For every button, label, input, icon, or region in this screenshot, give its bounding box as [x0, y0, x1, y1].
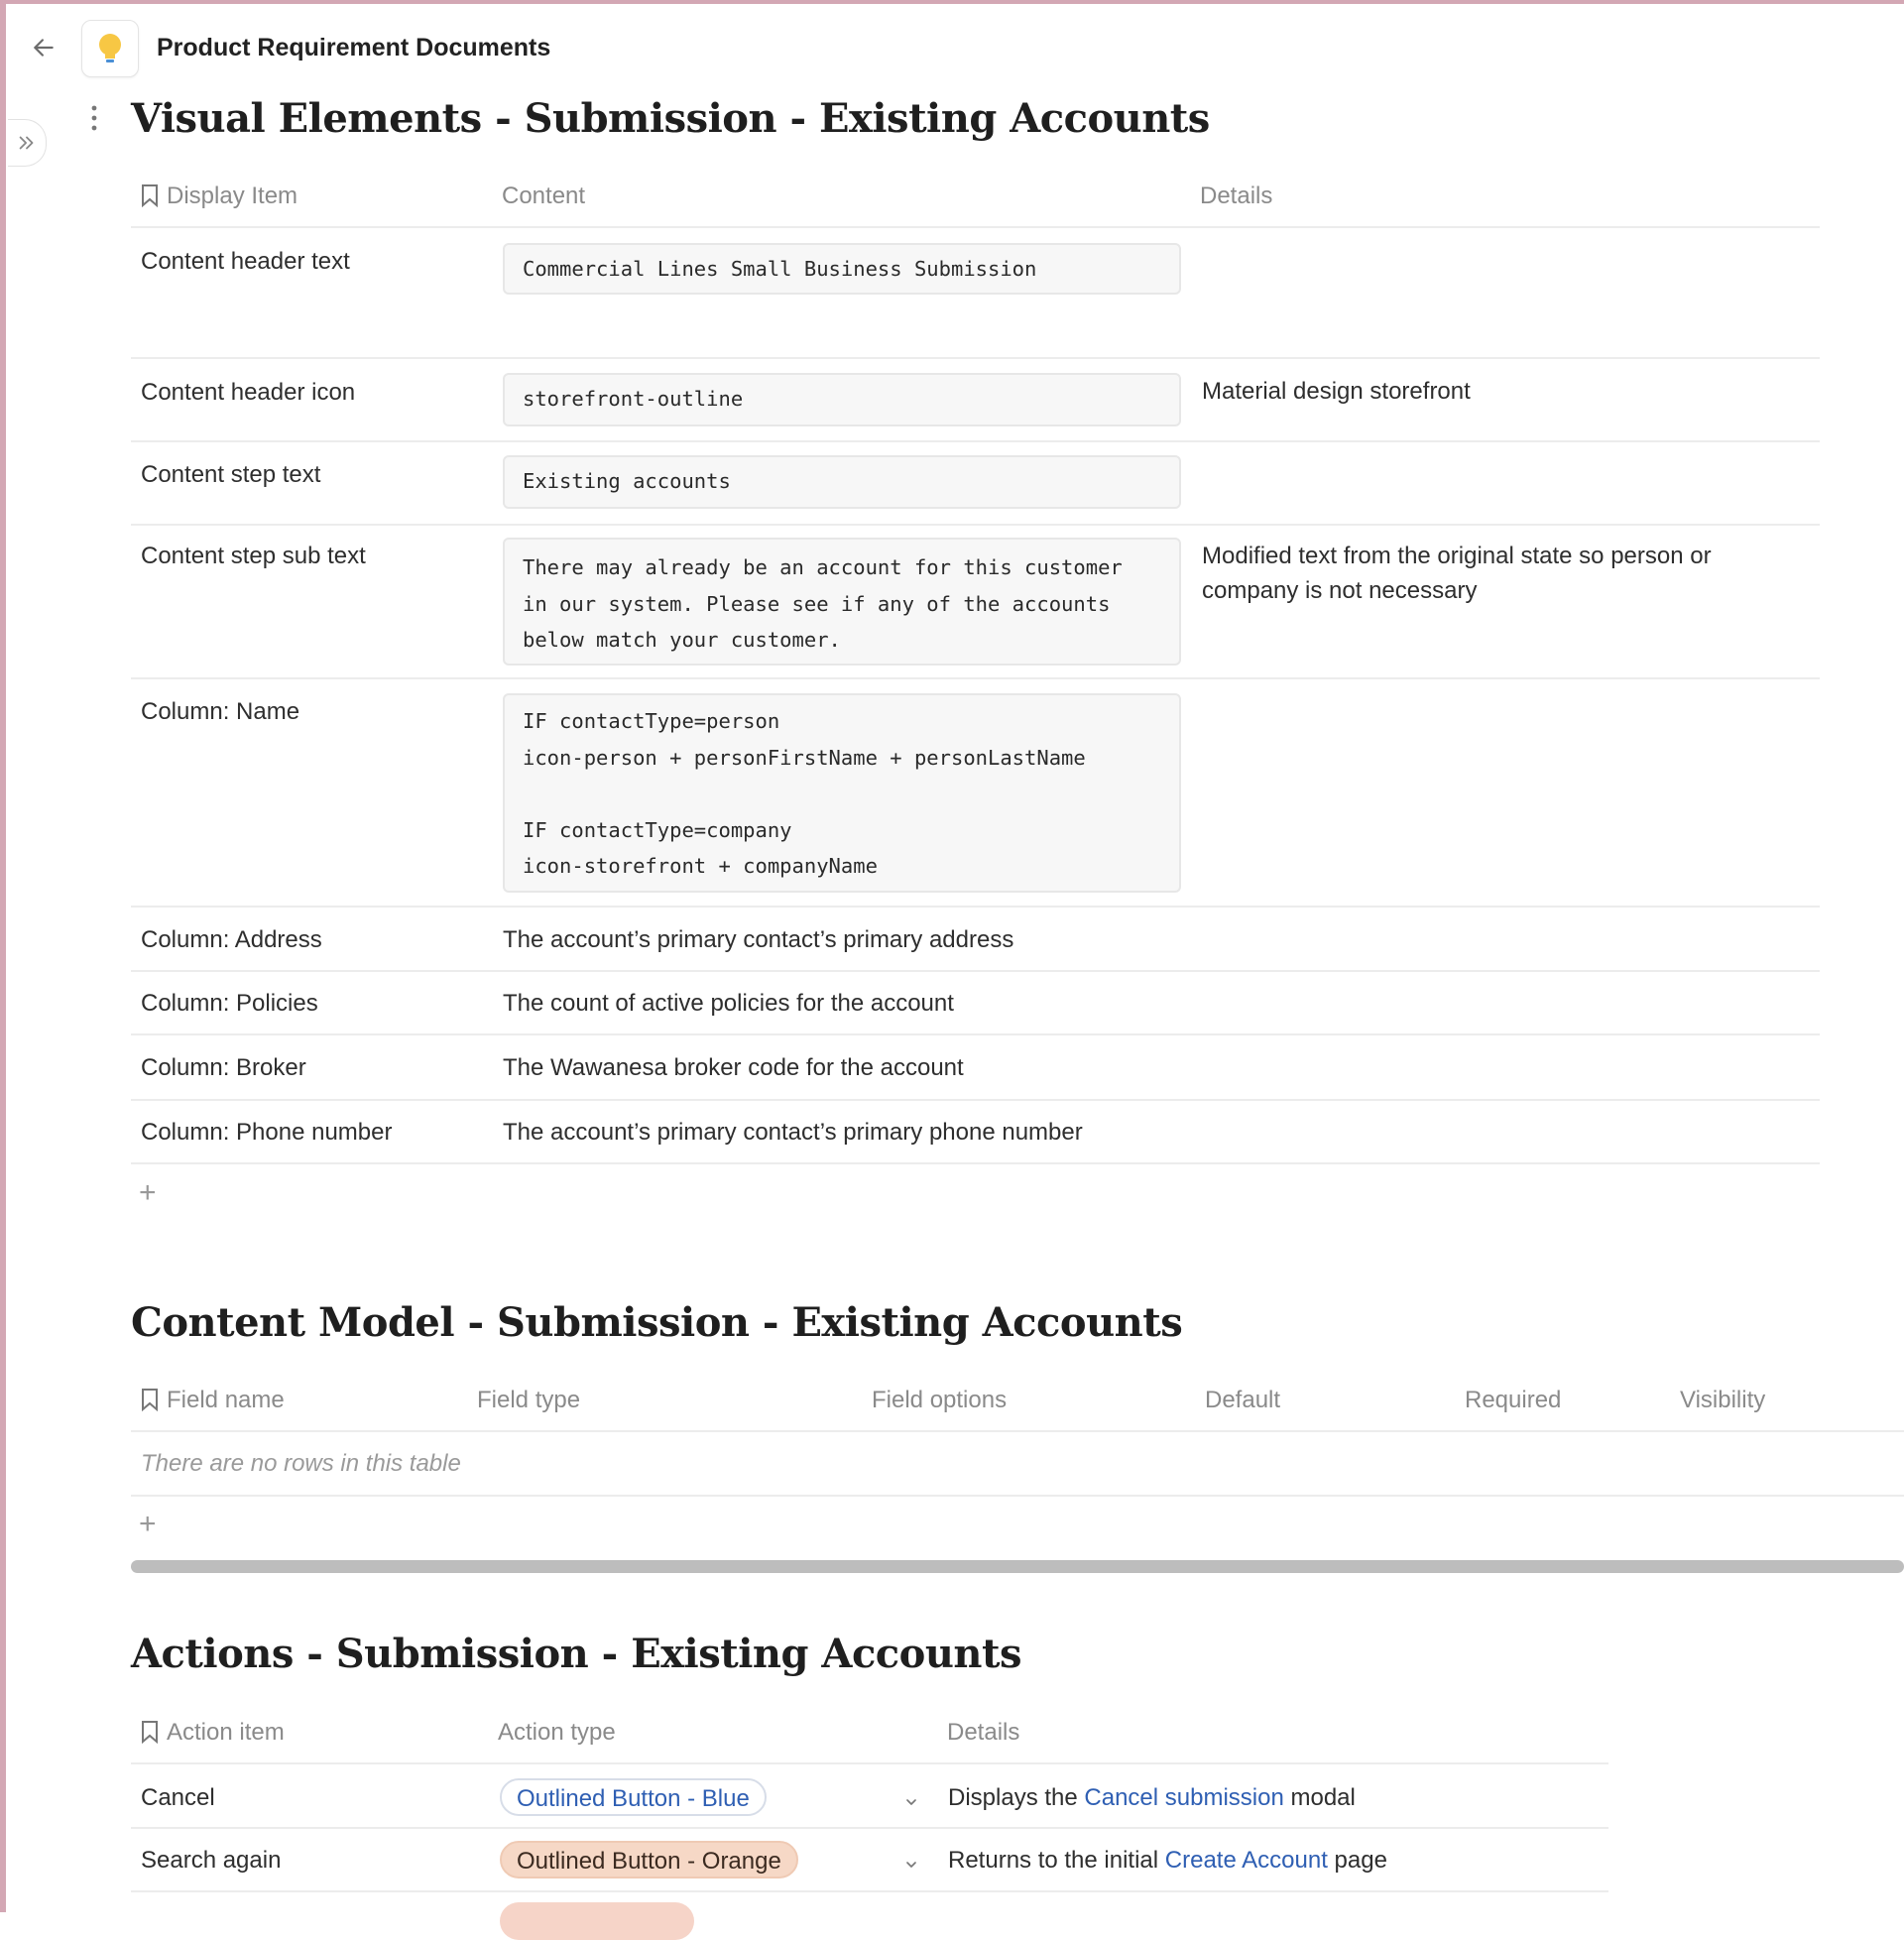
table-cell-item[interactable]: Content step text [141, 461, 320, 489]
table-cell-item[interactable]: Column: Phone number [141, 1119, 392, 1147]
table-divider [131, 226, 1820, 228]
table-cell-details: Displays the Cancel submission modal [948, 1784, 1356, 1812]
details-text: Displays the [948, 1784, 1085, 1811]
content-code-block[interactable]: Existing accounts [503, 455, 1181, 509]
double-chevron-right-icon [19, 136, 34, 150]
column-header-field-name[interactable]: Field name [141, 1387, 285, 1414]
table-cell-item[interactable]: Content header icon [141, 379, 355, 407]
page-icon[interactable] [81, 20, 139, 77]
kebab-icon [91, 105, 97, 131]
table-divider [131, 1099, 1820, 1101]
back-button[interactable] [28, 32, 60, 63]
doc-title[interactable]: Product Requirement Documents [157, 34, 550, 62]
horizontal-scrollbar[interactable] [131, 1560, 1904, 1573]
table-divider [131, 970, 1820, 972]
actions-title: Actions - Submission - Existing Accounts [131, 1631, 1022, 1677]
top-bar: Product Requirement Documents [0, 0, 1904, 95]
add-row-button[interactable]: + [139, 1178, 157, 1208]
details-text: page [1327, 1847, 1387, 1874]
content-code-block[interactable]: There may already be an account for this… [503, 538, 1181, 666]
action-type-tag-partial[interactable] [500, 1902, 694, 1940]
action-type-tag[interactable]: Outlined Button - Orange [500, 1841, 798, 1879]
table-divider [131, 1890, 1608, 1892]
details-text: Returns to the initial [948, 1847, 1165, 1874]
table-cell-details[interactable]: Material design storefront [1202, 374, 1797, 409]
lightbulb-icon [99, 34, 121, 62]
add-row-button[interactable]: + [139, 1510, 157, 1539]
table-cell-details[interactable]: Modified text from the original state so… [1202, 539, 1797, 608]
table-cell-item[interactable]: Column: Broker [141, 1054, 306, 1082]
content-model-title: Content Model - Submission - Existing Ac… [131, 1299, 1183, 1346]
back-arrow-icon [34, 39, 54, 57]
table-divider [131, 357, 1820, 359]
expand-sidebar-button[interactable] [8, 119, 47, 167]
table-cell-item[interactable]: Search again [141, 1847, 281, 1875]
table-cell-content[interactable]: The account’s primary contact’s primary … [503, 926, 1013, 954]
column-header-visibility[interactable]: Visibility [1680, 1387, 1765, 1414]
column-header-details[interactable]: Details [947, 1719, 1019, 1747]
column-header-label: Display Item [167, 182, 298, 209]
table-cell-item[interactable]: Column: Policies [141, 990, 318, 1018]
content-code-block[interactable]: Commercial Lines Small Business Submissi… [503, 243, 1181, 295]
table-divider [131, 1430, 1904, 1432]
window-frame-left [0, 0, 6, 1912]
create-account-link[interactable]: Create Account [1165, 1847, 1328, 1874]
table-divider [131, 1033, 1820, 1035]
column-header-display-item[interactable]: Display Item [141, 182, 298, 210]
table-cell-item[interactable]: Column: Address [141, 926, 322, 954]
action-type-dropdown[interactable] [900, 1854, 922, 1876]
column-header-field-type[interactable]: Field type [477, 1387, 580, 1414]
table-divider [131, 677, 1820, 679]
table-divider [131, 1162, 1820, 1164]
table-cell-item[interactable]: Content header text [141, 248, 350, 276]
table-divider [131, 1827, 1608, 1829]
column-header-action-type[interactable]: Action type [498, 1719, 616, 1747]
table-cell-item[interactable]: Content step sub text [141, 543, 366, 570]
column-header-field-options[interactable]: Field options [872, 1387, 1007, 1414]
table-cell-details: Returns to the initial Create Account pa… [948, 1847, 1387, 1875]
table-divider [131, 906, 1820, 908]
column-header-required[interactable]: Required [1465, 1387, 1561, 1414]
table-divider [131, 1762, 1608, 1764]
visual-elements-title: Visual Elements - Submission - Existing … [131, 95, 1210, 142]
column-header-label: Action item [167, 1719, 285, 1746]
column-header-content[interactable]: Content [502, 182, 585, 210]
column-header-label: Field name [167, 1387, 285, 1413]
content-code-block[interactable]: storefront-outline [503, 373, 1181, 426]
bookmark-icon [142, 184, 158, 207]
cancel-submission-link[interactable]: Cancel submission [1084, 1784, 1283, 1811]
table-cell-item[interactable]: Cancel [141, 1784, 215, 1812]
column-header-action-item[interactable]: Action item [141, 1719, 285, 1747]
column-header-default[interactable]: Default [1205, 1387, 1280, 1414]
table-divider [131, 1495, 1904, 1497]
column-header-details[interactable]: Details [1200, 182, 1272, 210]
table-divider [131, 440, 1820, 442]
empty-table-message: There are no rows in this table [141, 1450, 461, 1477]
table-cell-content[interactable]: The account’s primary contact’s primary … [503, 1119, 1083, 1147]
bookmark-icon [142, 1721, 158, 1744]
chevron-down-icon [906, 1862, 916, 1868]
table-cell-item[interactable]: Column: Name [141, 698, 299, 726]
content-code-block[interactable]: IF contactType=person icon-person + pers… [503, 693, 1181, 893]
table-divider [131, 524, 1820, 526]
chevron-down-icon [906, 1799, 916, 1805]
bookmark-icon [142, 1389, 158, 1411]
details-text: modal [1283, 1784, 1356, 1811]
action-type-tag[interactable]: Outlined Button - Blue [500, 1778, 767, 1816]
section-menu-button[interactable] [87, 103, 101, 133]
table-cell-content[interactable]: The count of active policies for the acc… [503, 990, 954, 1018]
action-type-dropdown[interactable] [900, 1791, 922, 1813]
table-cell-content[interactable]: The Wawanesa broker code for the account [503, 1054, 964, 1082]
